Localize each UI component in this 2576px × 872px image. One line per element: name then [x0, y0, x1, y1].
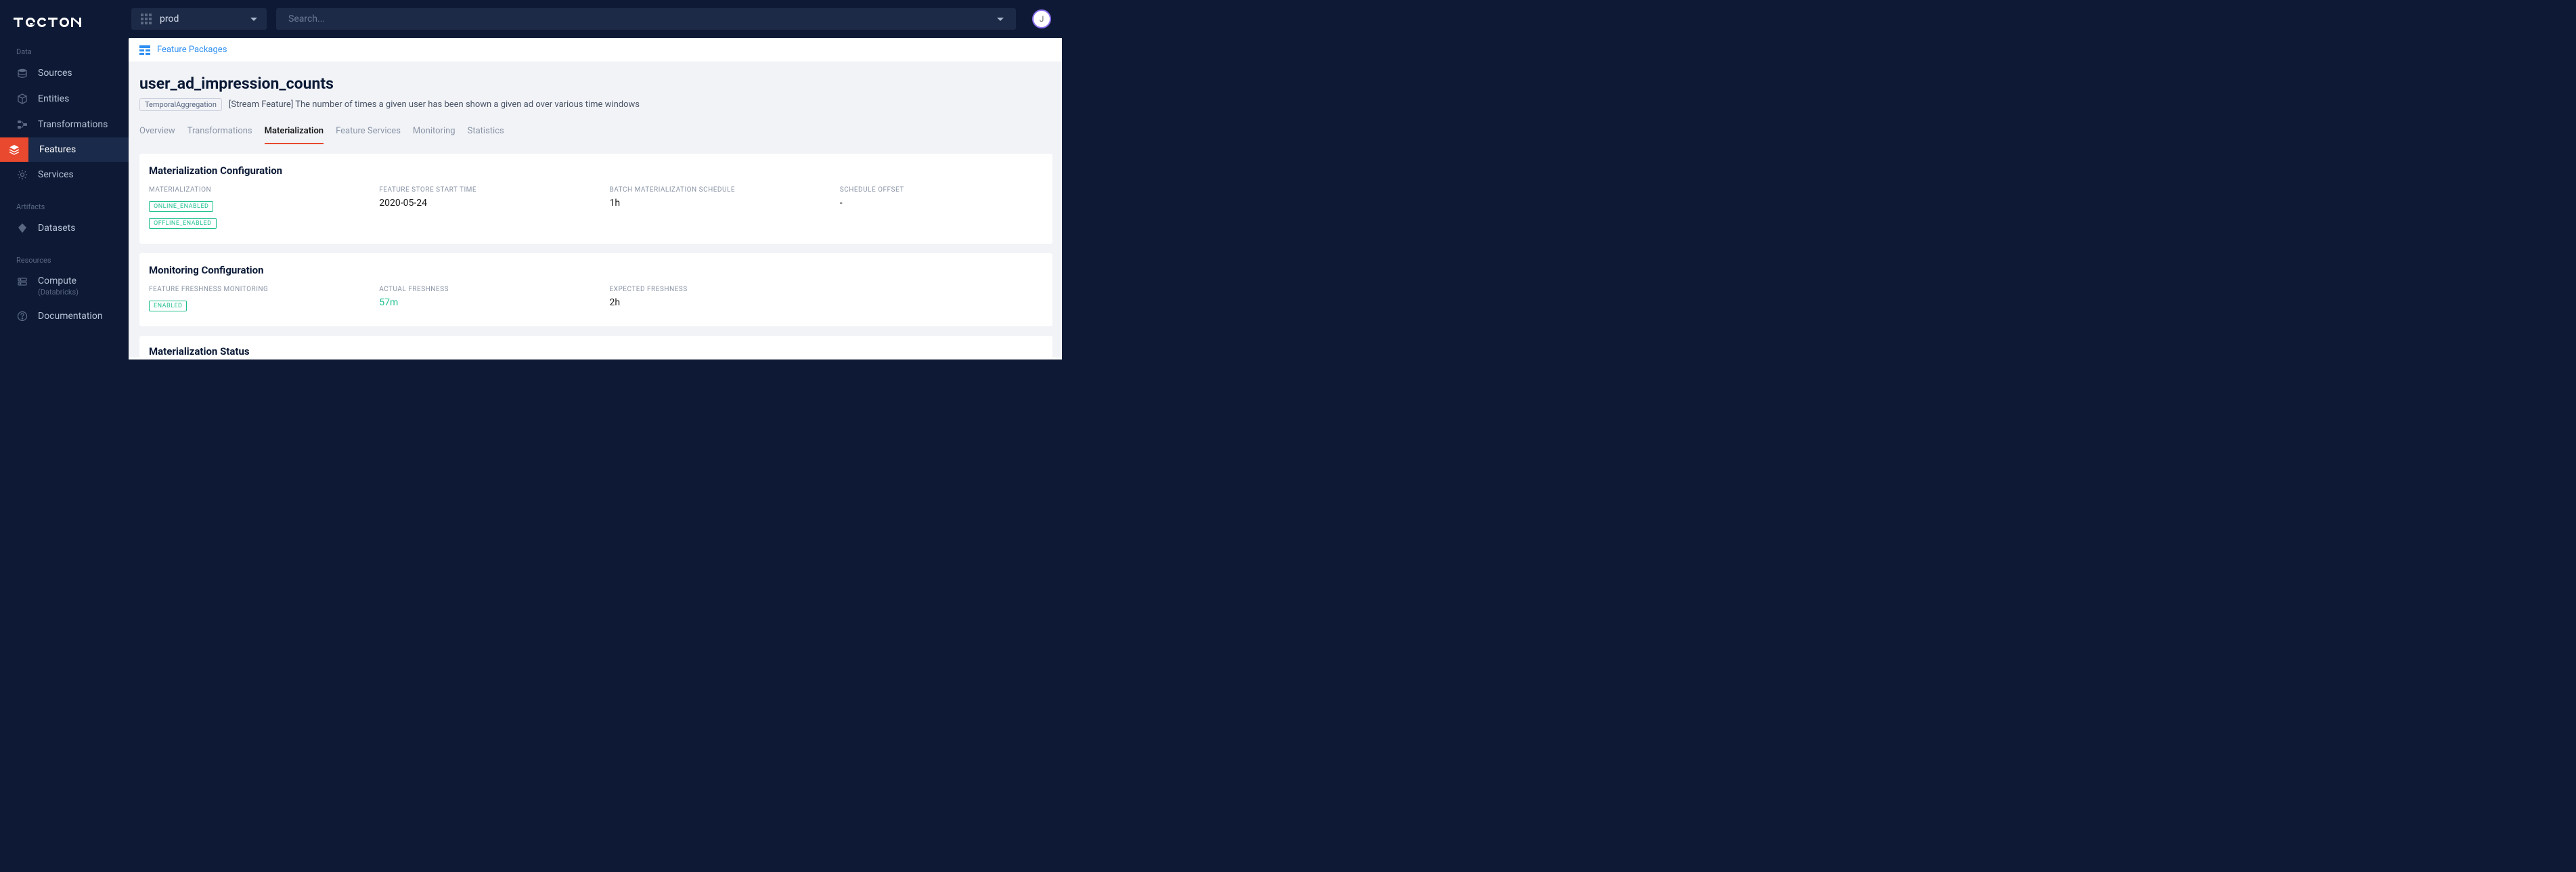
sidebar-item-label: Features: [39, 144, 76, 155]
avatar-initial: J: [1040, 14, 1044, 24]
diamond-icon: [16, 222, 28, 234]
layers-icon: [0, 137, 28, 162]
sidebar-item-transformations[interactable]: Transformations: [0, 112, 129, 137]
tab-statistics[interactable]: Statistics: [468, 122, 504, 144]
search-input[interactable]: [288, 14, 997, 24]
topbar: prod J: [129, 0, 1062, 38]
kv-label: ACTUAL FRESHNESS: [379, 286, 582, 293]
materialization-status-card: Materialization Status: [139, 336, 1052, 357]
status-badge: OFFLINE_ENABLED: [149, 218, 217, 229]
kv-value: 2h: [610, 297, 813, 308]
kv-value: 57m: [379, 297, 582, 308]
sidebar-section-resources: Resources: [0, 250, 129, 269]
tab-monitoring[interactable]: Monitoring: [413, 122, 456, 144]
cube-icon: [16, 93, 28, 105]
sidebar-item-documentation[interactable]: Documentation: [0, 303, 129, 329]
sidebar-item-label: Entities: [38, 93, 69, 104]
package-icon: [139, 45, 150, 55]
card-title: Materialization Configuration: [149, 165, 1043, 177]
tab-overview[interactable]: Overview: [139, 122, 175, 144]
sidebar: Data Sources Entities Transformations Fe…: [0, 0, 129, 359]
logo[interactable]: [0, 0, 129, 42]
gear-icon: [16, 169, 28, 181]
workspace-selector[interactable]: prod: [131, 8, 267, 30]
sidebar-item-features[interactable]: Features: [0, 137, 129, 162]
status-badge: ENABLED: [149, 301, 187, 311]
sidebar-item-sources[interactable]: Sources: [0, 60, 129, 86]
sidebar-item-sublabel: (Databricks): [38, 288, 79, 297]
database-icon: [16, 67, 28, 79]
chevron-down-icon: [250, 18, 257, 21]
sidebar-item-label: Compute: [38, 276, 76, 286]
sidebar-item-entities[interactable]: Entities: [0, 86, 129, 112]
sidebar-section-artifacts: Artifacts: [0, 197, 129, 215]
monitoring-config-card: Monitoring Configuration FEATURE FRESHNE…: [139, 253, 1052, 326]
kv-value: -: [840, 198, 1043, 209]
sidebar-item-datasets[interactable]: Datasets: [0, 215, 129, 241]
tab-feature-services[interactable]: Feature Services: [336, 122, 401, 144]
sidebar-section-data: Data: [0, 42, 129, 60]
tab-materialization[interactable]: Materialization: [265, 122, 324, 144]
card-title: Monitoring Configuration: [149, 264, 1043, 276]
kv-label: FEATURE STORE START TIME: [379, 186, 582, 194]
sidebar-item-compute[interactable]: Compute (Databricks): [0, 269, 129, 303]
sidebar-item-label: Services: [38, 169, 74, 180]
avatar[interactable]: J: [1032, 9, 1051, 28]
search-box[interactable]: [276, 8, 1016, 30]
kv-label: EXPECTED FRESHNESS: [610, 286, 813, 293]
breadcrumb: Feature Packages: [129, 38, 1062, 62]
status-badge: ONLINE_ENABLED: [149, 201, 213, 212]
sidebar-item-services[interactable]: Services: [0, 162, 129, 188]
tab-transformations[interactable]: Transformations: [187, 122, 252, 144]
card-title: Materialization Status: [149, 345, 1043, 357]
kv-label: FEATURE FRESHNESS MONITORING: [149, 286, 352, 293]
kv-value: 1h: [610, 198, 813, 209]
page-description: [Stream Feature] The number of times a g…: [229, 100, 640, 110]
page-title: user_ad_impression_counts: [139, 74, 1052, 93]
feature-type-tag: TemporalAggregation: [139, 98, 222, 111]
tabs: Overview Transformations Materialization…: [139, 122, 1052, 144]
sidebar-item-label: Transformations: [38, 119, 108, 130]
kv-label: SCHEDULE OFFSET: [840, 186, 1043, 194]
sidebar-item-label: Datasets: [38, 223, 75, 234]
apps-icon: [141, 14, 152, 24]
sidebar-item-label: Documentation: [38, 311, 103, 322]
sidebar-item-label: Sources: [38, 68, 72, 79]
kv-label: BATCH MATERIALIZATION SCHEDULE: [610, 186, 813, 194]
kv-value: 2020-05-24: [379, 198, 582, 209]
chevron-down-icon: [997, 18, 1004, 21]
help-icon: [16, 310, 28, 322]
workspace-name: prod: [160, 14, 179, 24]
kv-label: MATERIALIZATION: [149, 186, 352, 194]
breadcrumb-link[interactable]: Feature Packages: [157, 45, 227, 55]
materialization-config-card: Materialization Configuration MATERIALIZ…: [139, 154, 1052, 244]
server-icon: [16, 276, 28, 288]
transform-icon: [16, 118, 28, 131]
